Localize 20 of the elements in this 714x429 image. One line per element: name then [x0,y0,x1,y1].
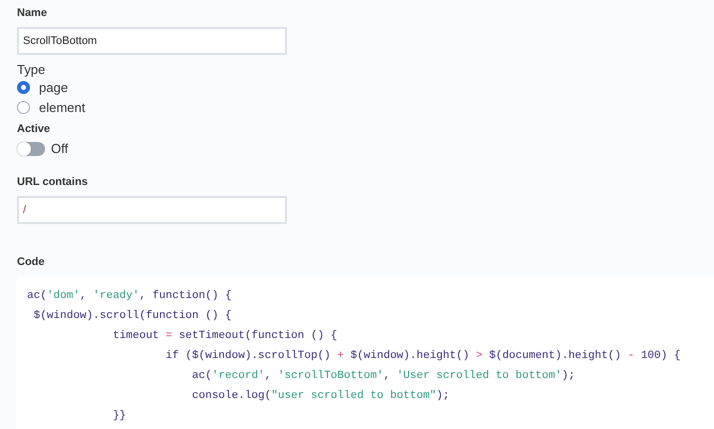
toggle-switch[interactable] [17,142,45,156]
radio-button[interactable] [17,80,30,94]
field-label: Code [17,256,44,268]
code-line: ac('record', 'scrollToBottom', 'User scrolled to bottom'); [191,369,576,384]
radio-label: page [39,80,68,94]
code-line: timeout = setTimeout(function () { [112,329,338,344]
field-label: Type [17,62,46,77]
field-label: Active [17,123,50,135]
toggle-state: Off [51,141,68,156]
code-line: ac('dom', 'ready', function() { [27,289,233,304]
field-label: Name [17,7,47,19]
code-line: if ($(window).scrollTop() + $(window).height() > $(document).height() - 100) { [164,349,682,364]
url-field[interactable]: / [17,196,287,224]
code-line: }} [112,409,128,424]
radio-button[interactable] [17,100,30,114]
name-field[interactable]: ScrollToBottom [17,27,287,55]
radio-label: element [39,100,86,114]
code-line: console.log("user scrolled to bottom"); [191,389,450,404]
code-line: $(window).scroll(function () { [32,309,233,324]
field-label: URL contains [17,176,88,188]
